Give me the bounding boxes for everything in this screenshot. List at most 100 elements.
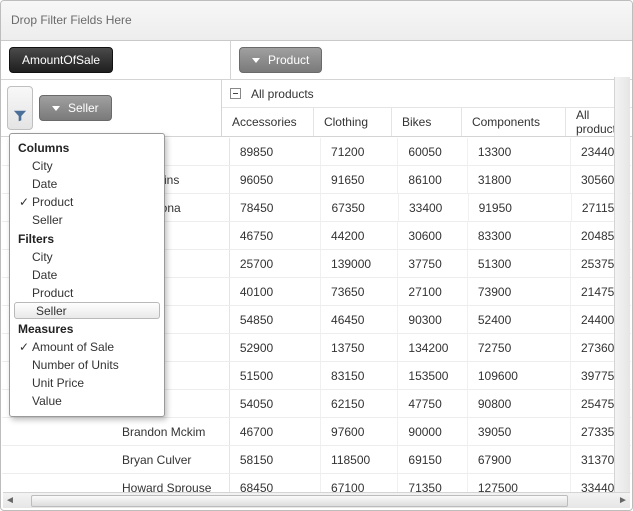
data-field-chip-label: AmountOfSale xyxy=(22,53,100,67)
chevron-down-icon xyxy=(52,106,60,111)
menu-item-label: Date xyxy=(32,268,57,282)
row-field-area[interactable]: Seller xyxy=(1,80,222,136)
cell[interactable]: 31800 xyxy=(468,166,571,193)
cell[interactable]: 89850 xyxy=(230,138,321,165)
cell[interactable]: 47750 xyxy=(398,390,467,417)
cell[interactable]: 30600 xyxy=(398,222,467,249)
column-header[interactable]: Accessories xyxy=(222,108,314,136)
cell[interactable]: 52900 xyxy=(230,334,321,361)
menu-item[interactable]: Value xyxy=(10,392,164,410)
cell[interactable]: 91950 xyxy=(469,194,572,221)
cell[interactable]: 73650 xyxy=(321,278,398,305)
menu-item-label: Date xyxy=(32,177,57,191)
menu-item[interactable]: Seller xyxy=(10,211,164,229)
cell[interactable]: 90800 xyxy=(468,390,571,417)
cell[interactable]: 83300 xyxy=(468,222,571,249)
cell[interactable]: 97600 xyxy=(321,418,398,445)
cell[interactable]: 54850 xyxy=(230,306,321,333)
menu-item[interactable]: Date xyxy=(10,266,164,284)
column-field-area[interactable]: Product xyxy=(231,41,632,79)
cell[interactable]: 91650 xyxy=(321,166,398,193)
cell[interactable]: 78450 xyxy=(230,194,321,221)
cell[interactable]: 71200 xyxy=(321,138,398,165)
cell[interactable]: 40100 xyxy=(230,278,321,305)
menu-item[interactable]: Number of Units xyxy=(10,356,164,374)
cell[interactable]: 96050 xyxy=(230,166,321,193)
data-field-area[interactable]: AmountOfSale xyxy=(1,41,231,79)
row-field-chip[interactable]: Seller xyxy=(39,95,112,121)
cell[interactable]: 90300 xyxy=(398,306,467,333)
column-field-chip-label: Product xyxy=(268,53,309,67)
filter-drop-zone[interactable]: Drop Filter Fields Here xyxy=(1,1,632,41)
cell[interactable]: 13750 xyxy=(321,334,398,361)
cell[interactable]: 153500 xyxy=(398,362,467,389)
collapse-icon[interactable] xyxy=(230,88,241,99)
menu-item-label: Product xyxy=(32,286,73,300)
cell[interactable]: 37750 xyxy=(398,250,467,277)
cell[interactable]: 72750 xyxy=(468,334,571,361)
row-header[interactable]: Howard Sprouse xyxy=(2,474,230,492)
cell[interactable]: 67900 xyxy=(468,446,571,473)
menu-item[interactable]: Product xyxy=(10,284,164,302)
cell[interactable]: 25700 xyxy=(230,250,321,277)
scroll-right-arrow-icon[interactable]: ► xyxy=(616,494,630,508)
cell[interactable]: 46450 xyxy=(321,306,398,333)
column-group-header[interactable]: All products xyxy=(222,80,632,108)
cell[interactable]: 52400 xyxy=(468,306,571,333)
column-field-chip[interactable]: Product xyxy=(239,47,322,73)
row-header[interactable]: Bryan Culver xyxy=(2,446,230,473)
menu-item[interactable]: City xyxy=(10,248,164,266)
horizontal-scroll-thumb[interactable] xyxy=(31,495,568,507)
column-header[interactable]: Components xyxy=(462,108,566,136)
field-chooser-button[interactable] xyxy=(7,86,33,130)
menu-item[interactable]: Date xyxy=(10,175,164,193)
cell[interactable]: 109600 xyxy=(468,362,571,389)
header-row: Seller All products Accessories Clothing… xyxy=(1,80,632,137)
cell[interactable]: 90000 xyxy=(398,418,467,445)
cell[interactable]: 46750 xyxy=(230,222,321,249)
cell[interactable]: 69150 xyxy=(398,446,467,473)
cell[interactable]: 33400 xyxy=(399,194,469,221)
cell[interactable]: 67350 xyxy=(321,194,399,221)
column-header[interactable]: Clothing xyxy=(314,108,392,136)
cell[interactable]: 27100 xyxy=(398,278,467,305)
cell[interactable]: 44200 xyxy=(321,222,398,249)
cell[interactable]: 62150 xyxy=(321,390,398,417)
pivot-grid-frame: Drop Filter Fields Here AmountOfSale Pro… xyxy=(0,0,633,511)
field-chooser-menu[interactable]: ColumnsCityDate✓ProductSellerFiltersCity… xyxy=(9,133,165,417)
column-header-label: Clothing xyxy=(324,115,368,129)
menu-section-header: Filters xyxy=(10,229,164,248)
column-header[interactable]: Bikes xyxy=(392,108,462,136)
horizontal-scroll-track[interactable] xyxy=(31,494,602,508)
cell[interactable]: 39050 xyxy=(468,418,571,445)
horizontal-scrollbar[interactable]: ◄ ► xyxy=(3,492,630,508)
menu-item[interactable]: Seller xyxy=(14,302,160,319)
row-header[interactable]: Brandon Mckim xyxy=(2,418,230,445)
vertical-scrollbar[interactable] xyxy=(614,77,630,492)
menu-item[interactable]: City xyxy=(10,157,164,175)
cell[interactable]: 60050 xyxy=(398,138,467,165)
cell[interactable]: 51300 xyxy=(468,250,571,277)
data-field-chip[interactable]: AmountOfSale xyxy=(9,47,113,73)
cell[interactable]: 83150 xyxy=(321,362,398,389)
menu-item[interactable]: Unit Price xyxy=(10,374,164,392)
cell[interactable]: 134200 xyxy=(398,334,467,361)
scroll-left-arrow-icon[interactable]: ◄ xyxy=(3,494,17,508)
cell[interactable]: 54050 xyxy=(230,390,321,417)
cell[interactable]: 86100 xyxy=(398,166,467,193)
cell[interactable]: 46700 xyxy=(230,418,321,445)
cell[interactable]: 13300 xyxy=(468,138,571,165)
filter-drop-zone-label: Drop Filter Fields Here xyxy=(11,13,132,27)
menu-item-label: City xyxy=(32,159,53,173)
cell[interactable]: 118500 xyxy=(321,446,398,473)
menu-item[interactable]: ✓Amount of Sale xyxy=(10,338,164,356)
cell[interactable]: 73900 xyxy=(468,278,571,305)
cell[interactable]: 71350 xyxy=(398,474,467,492)
cell[interactable]: 68450 xyxy=(230,474,321,492)
cell[interactable]: 127500 xyxy=(468,474,571,492)
cell[interactable]: 139000 xyxy=(321,250,398,277)
cell[interactable]: 67100 xyxy=(321,474,398,492)
menu-item[interactable]: ✓Product xyxy=(10,193,164,211)
cell[interactable]: 58150 xyxy=(230,446,321,473)
cell[interactable]: 51500 xyxy=(230,362,321,389)
